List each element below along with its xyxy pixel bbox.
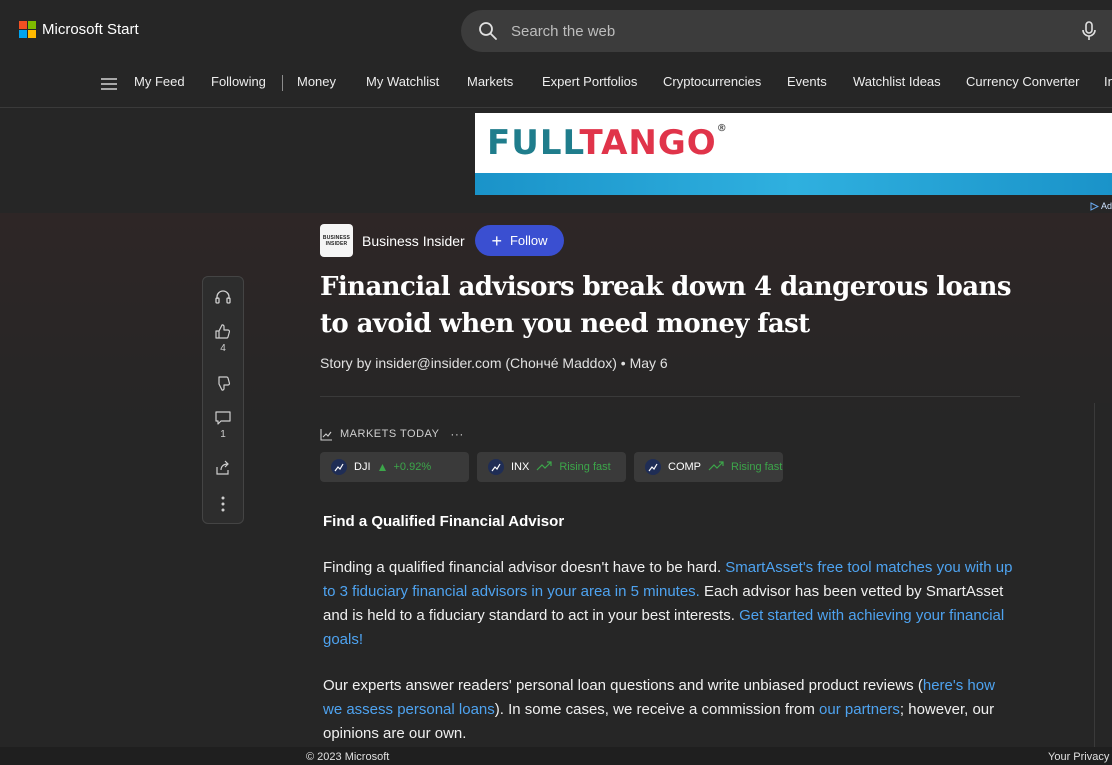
nav-watchlist-ideas[interactable]: Watchlist Ideas xyxy=(853,74,941,89)
article-area: 4 1 BUSINESS INSIDER Business Insider + … xyxy=(0,213,1112,747)
ticker-card-comp[interactable]: COMP Rising fast xyxy=(634,452,783,482)
divider xyxy=(320,396,1020,397)
index-icon xyxy=(488,459,504,475)
more-options-button[interactable] xyxy=(203,495,243,513)
like-button[interactable]: 4 xyxy=(203,323,243,354)
up-arrow-icon xyxy=(378,463,386,471)
nav-currency-converter[interactable]: Currency Converter xyxy=(966,74,1079,89)
comment-icon xyxy=(215,411,231,425)
our-partners-link[interactable]: our partners xyxy=(819,701,900,718)
ad-logo: FULLTANGO® xyxy=(487,123,728,163)
nav-markets[interactable]: Markets xyxy=(467,74,513,89)
action-rail: 4 1 xyxy=(202,276,244,524)
publisher-logo[interactable]: BUSINESS INSIDER xyxy=(320,224,353,257)
share-button[interactable] xyxy=(203,459,243,477)
search-input[interactable] xyxy=(511,20,1031,42)
ticker-card-inx[interactable]: INX Rising fast xyxy=(477,452,626,482)
thumbs-down-icon xyxy=(218,376,231,391)
main-nav: My Feed Following Money My Watchlist Mar… xyxy=(0,64,1112,108)
index-icon xyxy=(645,459,661,475)
brand[interactable]: Microsoft Start xyxy=(19,21,139,38)
like-count: 4 xyxy=(220,343,226,354)
thumbs-up-icon xyxy=(215,324,231,339)
footer-privacy-link[interactable]: Your Privacy xyxy=(1048,751,1109,763)
article-byline: Story by insider@insider.com (Chончé Mad… xyxy=(320,355,668,371)
hamburger-menu-icon[interactable] xyxy=(101,77,117,91)
index-icon xyxy=(331,459,347,475)
nav-cryptocurrencies[interactable]: Cryptocurrencies xyxy=(663,74,761,89)
trending-up-icon xyxy=(536,458,552,476)
search-icon xyxy=(479,22,497,40)
search-box[interactable] xyxy=(461,10,1112,52)
brand-name: Microsoft Start xyxy=(42,21,139,38)
paragraph-2: Our experts answer readers' personal loa… xyxy=(323,677,995,742)
share-icon xyxy=(216,460,229,475)
section-heading: Find a Qualified Financial Advisor xyxy=(323,513,565,530)
trending-up-icon xyxy=(708,458,724,476)
chart-trend-icon xyxy=(320,428,332,441)
nav-following[interactable]: Following xyxy=(211,74,266,89)
dislike-button[interactable] xyxy=(203,374,243,392)
nav-my-watchlist[interactable]: My Watchlist xyxy=(366,74,439,89)
ticker-card-dji[interactable]: DJI +0.92% xyxy=(320,452,469,482)
ad-choices-icon xyxy=(1090,201,1099,211)
footer-copyright: © 2023 Microsoft xyxy=(306,751,390,763)
ad-stripe xyxy=(475,173,1112,195)
footer: © 2023 Microsoft Your Privacy xyxy=(0,747,1112,765)
markets-today-header: MARKETS TODAY ··· xyxy=(320,427,464,441)
markets-more-button[interactable]: ··· xyxy=(450,427,464,441)
nav-events[interactable]: Events xyxy=(787,74,827,89)
publisher-name[interactable]: Business Insider xyxy=(362,233,465,249)
comment-button[interactable]: 1 xyxy=(203,409,243,440)
nav-separator xyxy=(282,75,283,91)
comment-count: 1 xyxy=(220,429,226,440)
nav-overflow-item[interactable]: In xyxy=(1104,74,1112,89)
microphone-icon[interactable] xyxy=(1080,21,1098,41)
headphones-icon xyxy=(215,290,231,304)
article-title: Financial advisors break down 4 dangerou… xyxy=(320,272,1011,339)
listen-button[interactable] xyxy=(203,288,243,306)
nav-money[interactable]: Money xyxy=(297,74,336,89)
ad-area: FULLTANGO® Ad xyxy=(0,108,1112,213)
nav-expert-portfolios[interactable]: Expert Portfolios xyxy=(542,74,637,89)
paragraph-1: Finding a qualified financial advisor do… xyxy=(323,559,1013,648)
plus-icon: + xyxy=(491,230,502,251)
ad-choices[interactable]: Ad xyxy=(1090,201,1112,211)
right-panel-edge xyxy=(1094,403,1112,747)
top-bar: Microsoft Start xyxy=(0,0,1112,64)
microsoft-logo-icon xyxy=(19,21,36,38)
ad-banner[interactable]: FULLTANGO® xyxy=(475,113,1112,195)
nav-my-feed[interactable]: My Feed xyxy=(134,74,185,89)
more-vertical-icon xyxy=(221,496,225,512)
follow-button[interactable]: + Follow xyxy=(475,225,564,256)
